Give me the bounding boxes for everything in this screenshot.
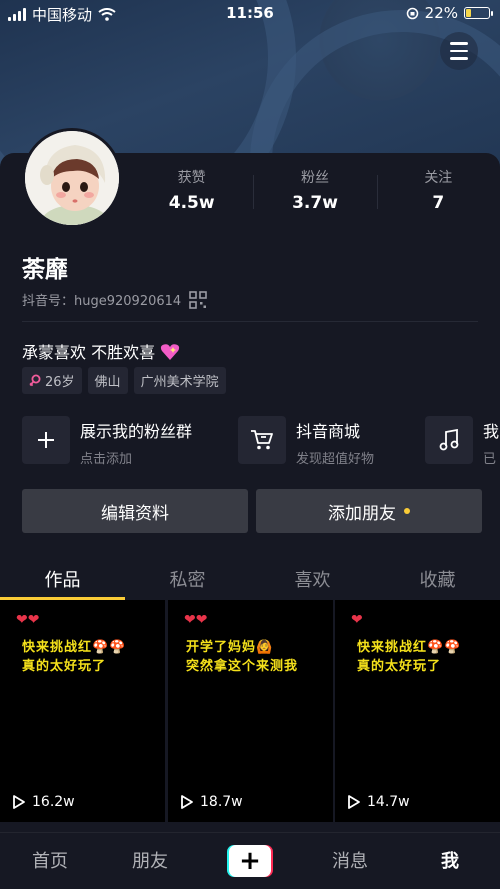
feature-subtitle: 点击添加 <box>80 452 133 466</box>
feature-title: 我 <box>483 422 500 441</box>
nav-home[interactable]: 首页 <box>0 833 100 889</box>
video-caption-line: 快来挑战红🍄🍄 <box>22 640 127 655</box>
play-icon <box>181 795 193 809</box>
video-caption-line: 开学了妈妈🙆 <box>186 640 274 655</box>
feature-subtitle: 发现超值好物 <box>296 452 375 466</box>
video-caption-line: 真的太好玩了 <box>22 659 107 674</box>
feature-row: 展示我的粉丝群 点击添加 抖音商城 发现超值好物 我 已 <box>22 416 500 466</box>
view-count-value: 18.7w <box>200 794 243 810</box>
nav-create[interactable]: + <box>200 833 300 889</box>
tab-private[interactable]: 私密 <box>125 560 250 600</box>
tab-liked[interactable]: 喜欢 <box>250 560 375 600</box>
music-icon <box>425 416 473 464</box>
profile-tags: 26岁 佛山 广州美术学院 <box>22 367 226 394</box>
hearts-icon: ❤ <box>351 612 363 628</box>
video-thumbnail[interactable]: ❤❤ 开学了妈妈🙆 突然拿这个来测我 18.7w <box>168 600 333 822</box>
female-icon <box>29 374 41 386</box>
feature-subtitle: 已 <box>483 452 497 466</box>
video-caption: 快来挑战红🍄🍄 真的太好玩了 <box>22 638 126 676</box>
edit-profile-button[interactable]: 编辑资料 <box>22 489 248 533</box>
hearts-icon: ❤❤ <box>16 612 40 628</box>
tag-city-label: 佛山 <box>94 375 121 390</box>
cart-icon <box>238 416 286 464</box>
tab-works[interactable]: 作品 <box>0 560 125 600</box>
feature-music[interactable]: 我 已 <box>425 416 499 466</box>
stat-following[interactable]: 关注 7 <box>376 167 500 217</box>
edit-profile-label: 编辑资料 <box>101 503 169 524</box>
video-caption: 开学了妈妈🙆 突然拿这个来测我 <box>186 638 298 676</box>
tag-school-label: 广州美术学院 <box>140 375 219 390</box>
stat-likes[interactable]: 获赞 4.5w <box>130 167 253 217</box>
status-bar: 中国移动 11:56 22% <box>0 0 500 26</box>
stat-value: 4.5w <box>168 193 215 213</box>
play-icon <box>348 795 360 809</box>
view-count-value: 14.7w <box>367 794 410 810</box>
nav-messages[interactable]: 消息 <box>300 833 400 889</box>
view-count: 18.7w <box>180 794 243 810</box>
stat-followers[interactable]: 粉丝 3.7w <box>253 167 376 217</box>
battery-icon <box>464 7 493 19</box>
create-plus-icon: + <box>227 845 273 877</box>
play-icon <box>13 795 25 809</box>
feature-fan-group[interactable]: 展示我的粉丝群 点击添加 <box>22 416 192 466</box>
bio: 承蒙喜欢 不胜欢喜 <box>22 339 180 363</box>
tag-age: 26岁 <box>22 367 82 394</box>
stat-label: 获赞 <box>177 170 206 186</box>
add-friend-label: 添加朋友 <box>328 503 396 524</box>
view-count-value: 16.2w <box>32 794 75 810</box>
video-grid: ❤❤ 快来挑战红🍄🍄 真的太好玩了 16.2w ❤❤ 开学了妈妈🙆 突然拿这个来… <box>0 600 500 825</box>
add-friend-button[interactable]: 添加朋友 <box>256 489 482 533</box>
video-thumbnail[interactable]: ❤❤ 快来挑战红🍄🍄 真的太好玩了 16.2w <box>0 600 165 822</box>
avatar[interactable] <box>22 128 122 228</box>
nav-friends[interactable]: 朋友 <box>100 833 200 889</box>
divider <box>22 321 478 322</box>
view-count: 16.2w <box>12 794 75 810</box>
qr-code-icon[interactable] <box>189 290 207 309</box>
orientation-lock-icon <box>406 7 418 19</box>
video-caption-line: 突然拿这个来测我 <box>186 659 299 674</box>
tab-favorites[interactable]: 收藏 <box>375 560 500 600</box>
bio-text: 承蒙喜欢 不胜欢喜 <box>22 343 156 362</box>
nickname: 荼靡 <box>22 257 68 283</box>
stat-label: 粉丝 <box>300 170 329 186</box>
tag-city: 佛山 <box>87 367 128 394</box>
sparkle-heart-icon <box>161 344 180 360</box>
bottom-nav: 首页 朋友 + 消息 我 <box>0 832 500 889</box>
plus-icon <box>22 416 70 464</box>
content-tabs: 作品 私密 喜欢 收藏 <box>0 560 500 600</box>
feature-shop[interactable]: 抖音商城 发现超值好物 <box>238 416 374 466</box>
menu-button[interactable] <box>440 32 478 70</box>
video-caption-line: 真的太好玩了 <box>357 659 442 674</box>
stat-label: 关注 <box>424 170 453 186</box>
douyin-id: 抖音号：huge920920614 <box>22 294 182 309</box>
douyin-id-row: 抖音号：huge920920614 <box>22 290 207 309</box>
view-count: 14.7w <box>347 794 410 810</box>
tag-age-label: 26岁 <box>45 375 75 390</box>
video-caption: 快来挑战红🍄🍄 真的太好玩了 <box>357 638 461 676</box>
hearts-icon: ❤❤ <box>184 612 208 628</box>
profile-stats: 获赞 4.5w 粉丝 3.7w 关注 7 <box>130 167 500 217</box>
video-caption-line: 快来挑战红🍄🍄 <box>357 640 462 655</box>
battery-percent: 22% <box>424 4 458 22</box>
nav-me[interactable]: 我 <box>400 833 500 889</box>
video-thumbnail[interactable]: ❤ 快来挑战红🍄🍄 真的太好玩了 14.7w <box>335 600 500 822</box>
stat-value: 3.7w <box>292 193 338 213</box>
notification-dot <box>404 508 410 514</box>
feature-title: 抖音商城 <box>296 422 361 441</box>
tag-school: 广州美术学院 <box>133 367 226 394</box>
stat-value: 7 <box>432 193 445 213</box>
feature-title: 展示我的粉丝群 <box>80 422 193 441</box>
